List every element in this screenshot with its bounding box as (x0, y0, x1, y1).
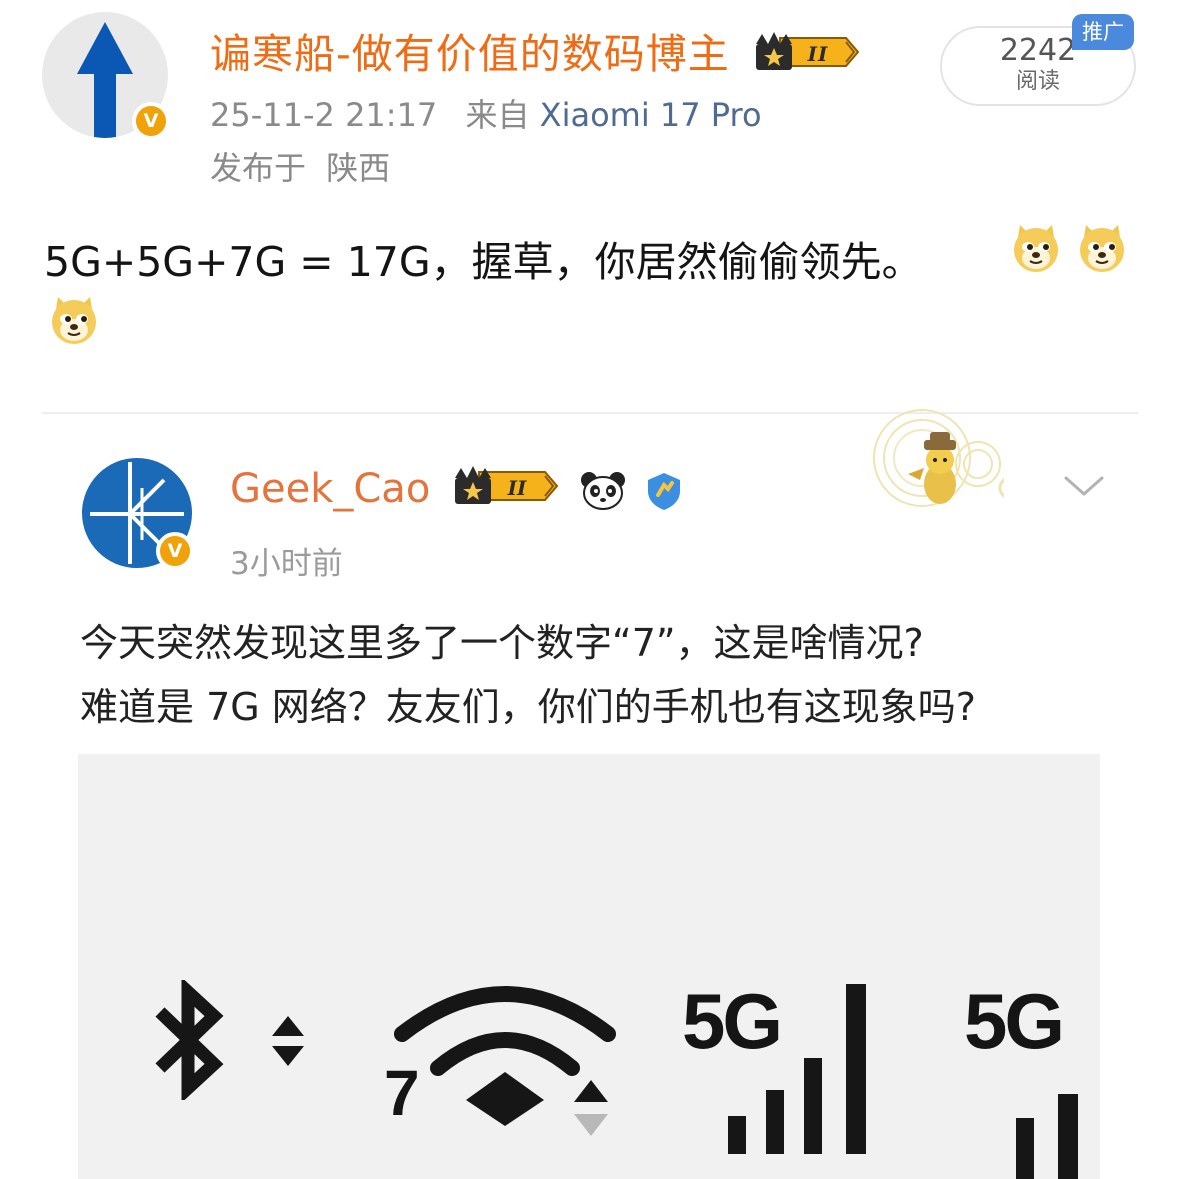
sim2-signal-icon (1016, 1094, 1078, 1179)
bluetooth-icon (155, 980, 224, 1100)
verified-mark: V (143, 110, 159, 132)
shield-badge-icon (648, 473, 681, 510)
verified-badge-icon: V (132, 102, 170, 140)
location-text: 陕西 (326, 149, 391, 187)
post-date: 25-11-2 21:17 (210, 96, 438, 134)
card-decoration-icon (873, 409, 1004, 507)
sim1-signal-icon (728, 984, 866, 1154)
chevron-down-icon[interactable] (1060, 470, 1108, 500)
retweet-author-name[interactable]: Geek_Cao II (230, 464, 684, 518)
location-prefix: 发布于 (210, 149, 307, 187)
post-text-content: 5G+5G+7G = 17G，握草，你居然偷偷领先。 (44, 238, 923, 286)
post-meta: 25-11-2 21:17 来自 Xiaomi 17 Pro (210, 90, 762, 136)
retweet-text-line-1: 今天突然发现这里多了一个数字“7”，这是啥情况? (80, 621, 924, 665)
data-arrows-icon (272, 1016, 304, 1066)
sim2-network-label: 5G (964, 977, 1065, 1065)
read-label: 阅读 (1015, 69, 1060, 94)
level-text: II (507, 476, 527, 500)
level-text: II (806, 42, 828, 66)
retweet-text-line-2: 难道是 7G 网络？友友们，你们的手机也有这现象吗? (80, 685, 976, 729)
retweet-author-text: Geek_Cao (230, 466, 431, 512)
verified-mark: V (167, 540, 183, 562)
post-text: 5G+5G+7G = 17G，握草，你居然偷偷领先。 (44, 228, 923, 288)
vip-level-badge-icon[interactable]: II (750, 30, 862, 84)
verified-badge-icon: V (156, 532, 194, 570)
wifi-arrows-icon (574, 1080, 608, 1136)
from-prefix: 来自 (465, 96, 530, 134)
doge-emoji-icon (1080, 225, 1124, 272)
retweet-time: 3小时前 (230, 546, 343, 582)
retweet-image[interactable]: 7 5G 5G (78, 754, 1100, 1179)
device-link[interactable]: Xiaomi 17 Pro (540, 96, 762, 134)
promo-tag: 推广 (1072, 14, 1134, 50)
post-location: 发布于 陕西 (210, 143, 390, 189)
panda-icon (580, 472, 625, 510)
doge-emoji-icon (1014, 225, 1058, 272)
vip-level-badge-icon[interactable]: II (449, 464, 561, 518)
author-name[interactable]: 谝寒船-做有价值的数码博主 II (210, 20, 862, 84)
doge-emoji-icon (52, 297, 96, 344)
author-name-text: 谝寒船-做有价值的数码博主 (210, 30, 730, 78)
